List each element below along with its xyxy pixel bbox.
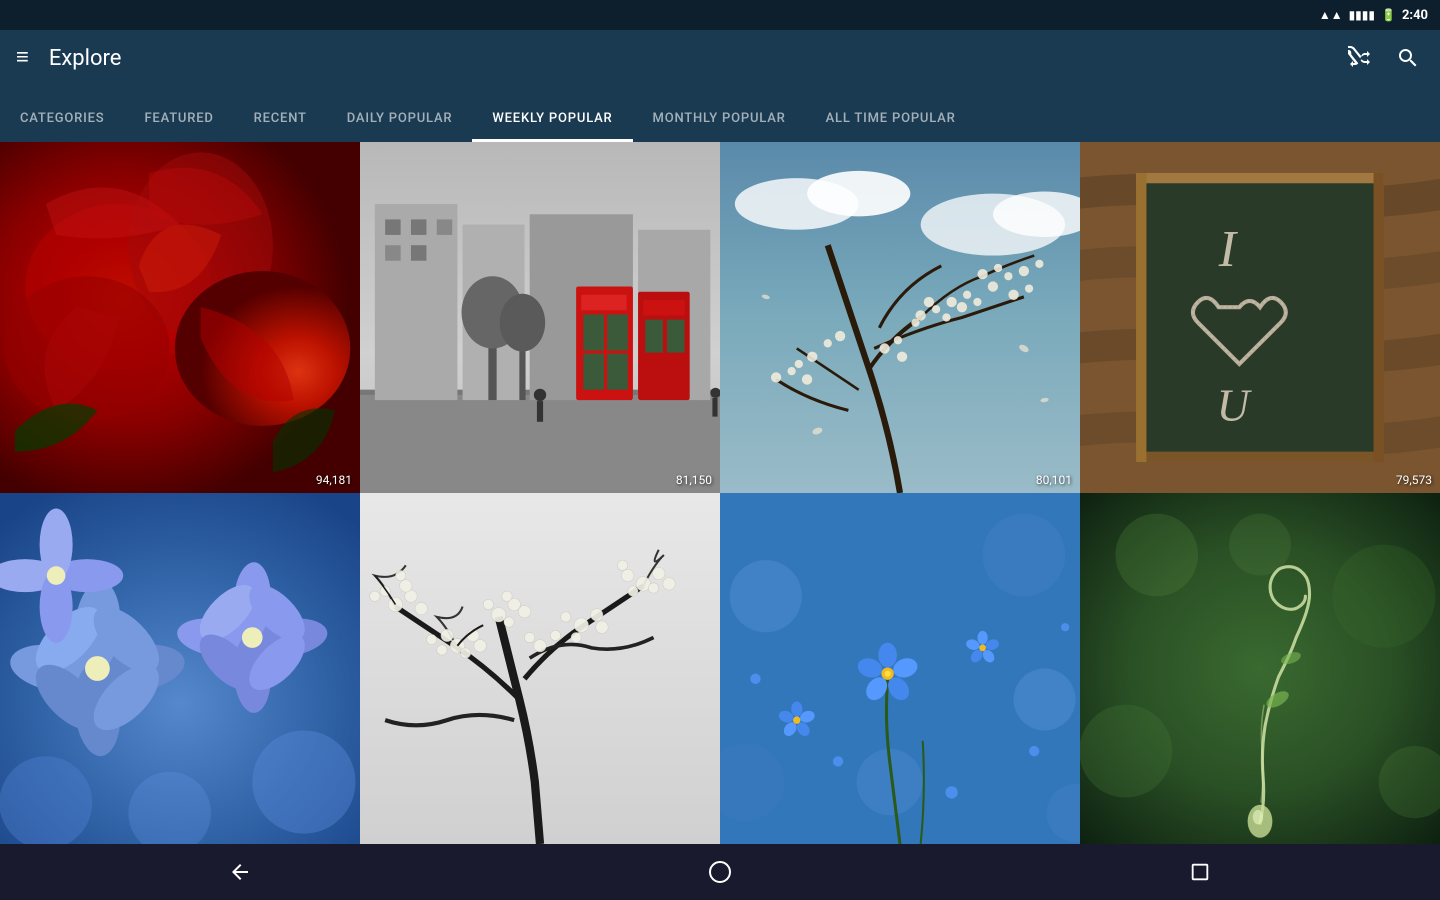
tab-all-time-popular[interactable]: ALL TIME POPULAR bbox=[806, 111, 976, 140]
image-cell-cherry[interactable]: 80,101 bbox=[720, 142, 1080, 493]
tab-featured[interactable]: FEATURED bbox=[124, 111, 233, 140]
image-grid: 94,181 bbox=[0, 142, 1440, 844]
image-cell-london[interactable]: 81,150 bbox=[360, 142, 720, 493]
tab-recent[interactable]: RECENT bbox=[234, 111, 327, 140]
image-cell-spiral[interactable] bbox=[1080, 493, 1440, 844]
tab-weekly-popular[interactable]: WEEKLY POPULAR bbox=[472, 111, 632, 140]
battery-icon: 🔋 bbox=[1381, 8, 1396, 22]
toolbar-actions bbox=[1344, 42, 1424, 74]
image-cell-forget[interactable] bbox=[720, 493, 1080, 844]
home-button[interactable] bbox=[690, 852, 750, 892]
image-views-cherry: 80,101 bbox=[1036, 473, 1072, 487]
tab-categories[interactable]: CATEGORIES bbox=[0, 111, 124, 140]
wifi-icon: ▲▲ bbox=[1319, 8, 1343, 22]
image-views-roses: 94,181 bbox=[316, 473, 352, 487]
image-cell-blue-flowers[interactable] bbox=[0, 493, 360, 844]
hamburger-icon[interactable]: ≡ bbox=[16, 47, 29, 69]
image-cell-bw-trees[interactable] bbox=[360, 493, 720, 844]
image-cell-roses[interactable]: 94,181 bbox=[0, 142, 360, 493]
search-button[interactable] bbox=[1392, 42, 1424, 74]
app-title: Explore bbox=[49, 46, 1324, 71]
image-views-chalk: 79,573 bbox=[1396, 473, 1432, 487]
image-views-london: 81,150 bbox=[676, 473, 712, 487]
status-bar: ▲▲ ▮▮▮▮ 🔋 2:40 bbox=[0, 0, 1440, 30]
tab-bar: CATEGORIES FEATURED RECENT DAILY POPULAR… bbox=[0, 86, 1440, 142]
svg-text:U: U bbox=[1217, 381, 1253, 431]
bottom-nav bbox=[0, 844, 1440, 900]
top-bar: ≡ Explore bbox=[0, 30, 1440, 86]
svg-text:I: I bbox=[1218, 221, 1239, 278]
tab-monthly-popular[interactable]: MONTHLY POPULAR bbox=[633, 111, 806, 140]
image-cell-chalk[interactable]: I U 79,573 bbox=[1080, 142, 1440, 493]
signal-icon: ▮▮▮▮ bbox=[1349, 8, 1375, 22]
recent-apps-button[interactable] bbox=[1170, 852, 1230, 892]
search-icon bbox=[1396, 46, 1420, 70]
back-button[interactable] bbox=[210, 852, 270, 892]
shuffle-button[interactable] bbox=[1344, 42, 1376, 74]
shuffle-icon bbox=[1348, 46, 1372, 70]
status-time: 2:40 bbox=[1402, 8, 1428, 23]
tab-daily-popular[interactable]: DAILY POPULAR bbox=[327, 111, 473, 140]
